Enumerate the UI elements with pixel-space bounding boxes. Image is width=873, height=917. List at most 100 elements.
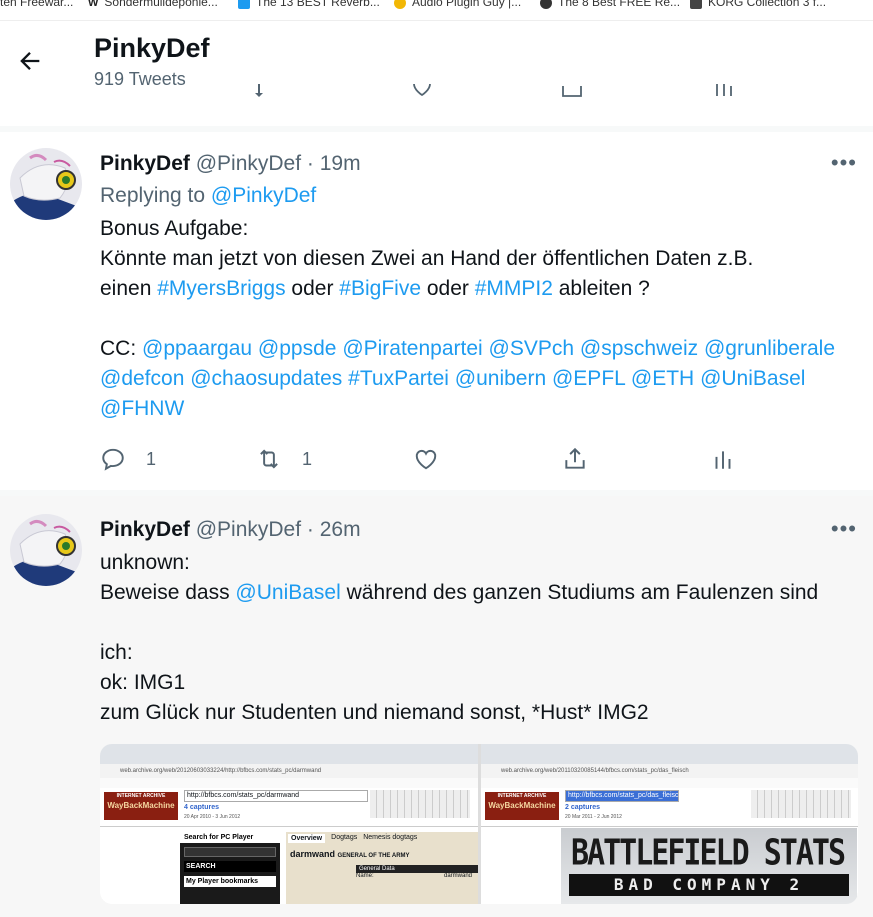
tweet-time[interactable]: · 26m [307, 518, 361, 541]
author-handle[interactable]: @PinkyDef [196, 518, 301, 541]
panel-search: SEARCH [184, 861, 276, 872]
replying-to: Replying to @PinkyDef [100, 184, 316, 208]
mention-link[interactable]: @FHNW [100, 397, 184, 420]
bookmark-item[interactable]: W Sondermülldeponie... [88, 0, 218, 9]
panel-tab: Nemesis dogtags [363, 834, 418, 841]
browser-address-bar: web.archive.org/web/20120603033224/http:… [100, 764, 478, 778]
wayback-dates: 20 Mar 2011 - 2 Jun 2012 [565, 814, 622, 820]
site-icon [690, 0, 702, 9]
mention-link[interactable]: @grunliberale [704, 337, 835, 360]
section-header: General Data [356, 865, 478, 873]
panel-bookmarks: My Player bookmarks [184, 876, 276, 887]
replying-mention[interactable]: @PinkyDef [211, 184, 316, 207]
mention-link[interactable]: @SVPch [489, 337, 575, 360]
site-icon [394, 0, 406, 9]
wayback-toolbar: INTERNET ARCHIVE WayBackMachine http://bf… [100, 788, 478, 827]
mention-link[interactable]: @chaosupdates [190, 367, 342, 390]
panel-input [184, 847, 276, 857]
bookmarks-bar: ten Freewar... W Sondermülldeponie... The… [0, 0, 873, 10]
logo-top: INTERNET ARCHIVE [497, 793, 547, 799]
hashtag-link[interactable]: #MyersBriggs [157, 277, 285, 300]
text-fragment: während des ganzen Studiums am Faulenzen… [340, 581, 819, 604]
field-row: Name: darmwand [356, 873, 478, 879]
text-fragment: einen [100, 277, 158, 300]
browser-tabs [100, 744, 478, 764]
bookmark-item[interactable]: Audio Plugin Guy |... [394, 0, 521, 9]
text-fragment: oder [421, 277, 475, 300]
browser-bookmarks [481, 778, 858, 788]
back-arrow-icon[interactable] [16, 47, 44, 75]
media-image[interactable]: web.archive.org/web/20110320085144/bfbcs… [481, 744, 858, 904]
browser-address-bar: web.archive.org/web/20110320085144/bfbcs… [481, 764, 858, 778]
bookmark-label: The 8 Best FREE Re... [558, 0, 681, 9]
author-name[interactable]: PinkyDef [100, 152, 190, 175]
mention-link[interactable]: @UniBasel [235, 581, 340, 604]
avatar[interactable] [10, 514, 82, 586]
bookmark-item[interactable]: KORG Collection 3 f... [690, 0, 826, 9]
text-fragment: oder [285, 277, 340, 300]
bookmark-item[interactable]: The 13 BEST Reverb... [238, 0, 380, 9]
tweet[interactable]: PinkyDef @PinkyDef · 26m ••• unknown: Be… [0, 496, 873, 917]
retweet-button[interactable]: 1 [256, 444, 312, 474]
text-line: Bonus Aufgabe: [100, 217, 249, 240]
more-options-icon[interactable]: ••• [831, 150, 857, 176]
logo-text: WayBackMachine [488, 801, 556, 810]
media-image[interactable]: web.archive.org/web/20120603033224/http:… [100, 744, 478, 904]
mention-link[interactable]: @ETH [631, 367, 694, 390]
mention-link[interactable]: @defcon [100, 367, 184, 390]
wayback-toolbar: INTERNET ARCHIVE WayBackMachine http://bf… [481, 788, 858, 827]
heart-icon [415, 449, 437, 470]
browser-tabs [481, 744, 858, 764]
player-panel: Overview Dogtags Nemesis dogtags darmwan… [286, 832, 478, 904]
like-icon[interactable] [410, 84, 434, 98]
mention-link[interactable]: @ppsde [258, 337, 337, 360]
text-fragment: Beweise dass [100, 581, 236, 604]
mention-link[interactable]: @unibern [455, 367, 546, 390]
analytics-icon[interactable] [712, 84, 736, 100]
author-handle[interactable]: @PinkyDef [196, 152, 301, 175]
hashtag-link[interactable]: #TuxPartei [348, 367, 449, 390]
author-name[interactable]: PinkyDef [100, 518, 190, 541]
mention-link[interactable]: @spschweiz [580, 337, 698, 360]
panel-tab: Overview [288, 834, 326, 843]
mention-link[interactable]: @Piratenpartei [342, 337, 482, 360]
tweet-text: Bonus Aufgabe: Könnte man jetzt von dies… [100, 214, 863, 424]
stats-banner: BATTLEFIELD STATS BAD COMPANY 2 [561, 828, 857, 904]
text-line: Könnte man jetzt von diesen Zwei an Hand… [100, 247, 754, 270]
tweet[interactable]: PinkyDef @PinkyDef · 19m ••• Replying to… [0, 132, 873, 490]
analytics-button[interactable] [710, 444, 736, 474]
logo-text: WayBackMachine [107, 801, 175, 810]
tweet-text: unknown: Beweise dass @UniBasel während … [100, 548, 863, 728]
wayback-timeline [370, 790, 470, 818]
hashtag-link[interactable]: #BigFive [339, 277, 421, 300]
retweet-icon[interactable] [255, 84, 279, 102]
wayback-captures: 4 captures [184, 804, 220, 811]
reply-button[interactable]: 1 [100, 444, 156, 474]
mention-link[interactable]: @EPFL [552, 367, 625, 390]
field-value: darmwand [443, 873, 472, 879]
share-icon[interactable] [560, 84, 584, 100]
mention-link[interactable]: @UniBasel [700, 367, 805, 390]
retweet-count: 1 [302, 448, 313, 469]
wayback-timeline [751, 790, 851, 818]
bookmark-item[interactable]: ten Freewar... [0, 0, 73, 9]
browser-bookmarks [100, 778, 478, 788]
avatar[interactable] [10, 148, 82, 220]
bookmark-item[interactable]: The 8 Best FREE Re... [540, 0, 680, 9]
wikipedia-icon: W [88, 0, 99, 9]
wayback-url: http://bfbcs.com/stats_pc/darmwand [184, 790, 368, 802]
like-button[interactable] [413, 444, 439, 474]
more-options-icon[interactable]: ••• [831, 516, 857, 542]
player-line: darmwand GENERAL OF THE ARMY [286, 845, 478, 863]
tweet-media[interactable]: web.archive.org/web/20120603033224/http:… [100, 744, 858, 904]
text-line: ich: [100, 641, 133, 664]
tweet-actions: 1 1 [100, 444, 740, 474]
text-line: unknown: [100, 551, 190, 574]
text-line: zum Glück nur Studenten und niemand sons… [100, 701, 649, 724]
mention-link[interactable]: @ppaargau [142, 337, 252, 360]
player-name: darmwand [290, 849, 336, 859]
hashtag-link[interactable]: #MMPI2 [475, 277, 553, 300]
share-icon [565, 447, 585, 469]
tweet-time[interactable]: · 19m [307, 152, 361, 175]
share-button[interactable] [562, 444, 588, 474]
